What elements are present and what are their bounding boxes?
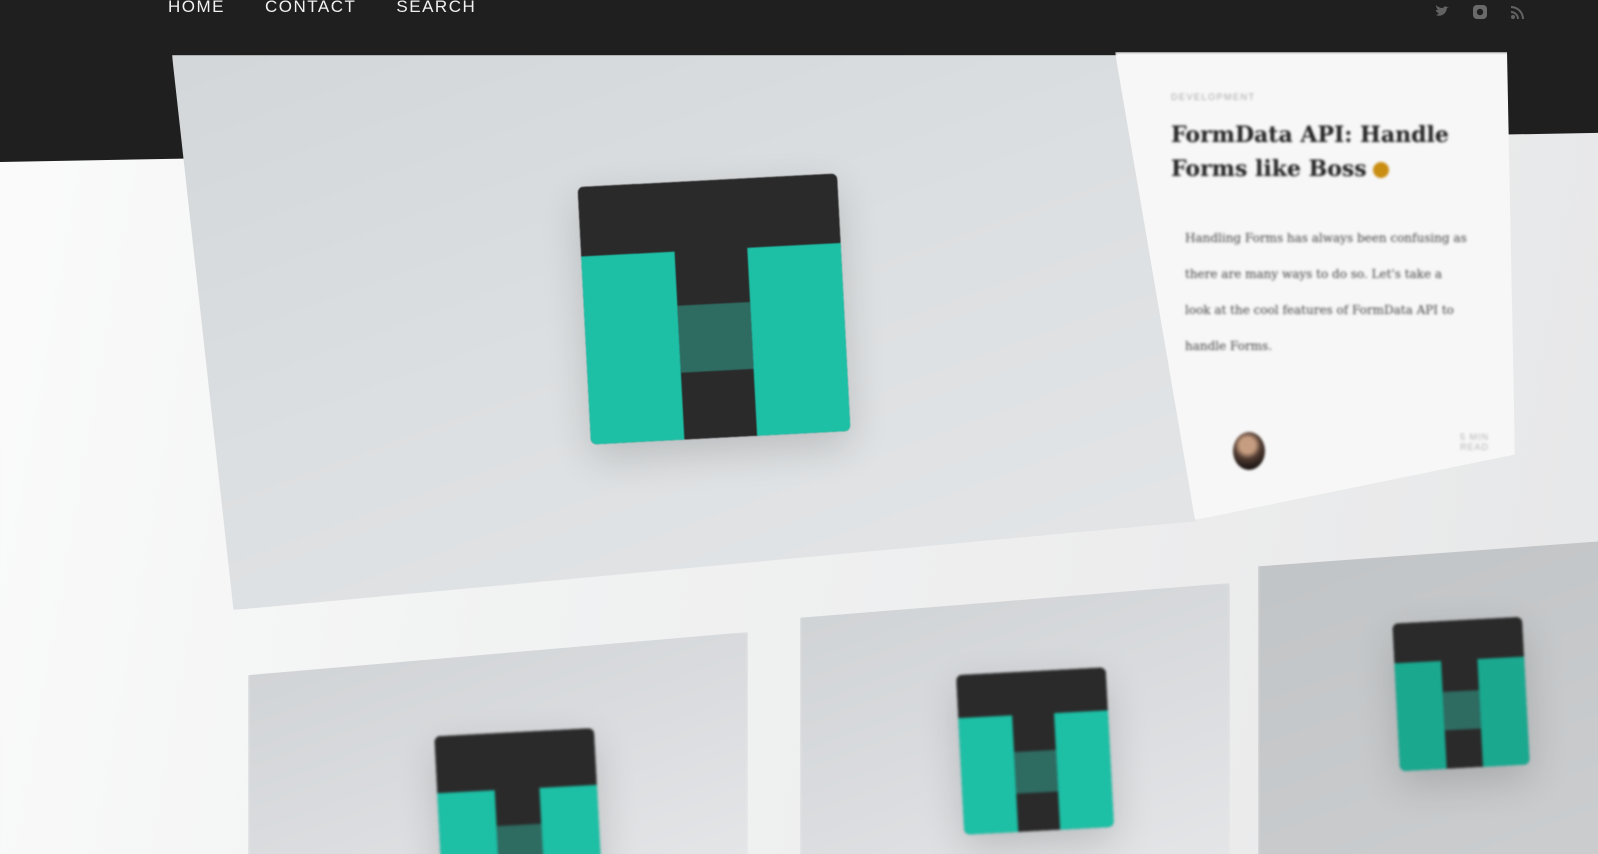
post-card-3[interactable] (1258, 540, 1598, 854)
featured-post-image[interactable] (172, 55, 1197, 610)
post-excerpt: Handling Forms has always been confusing… (1185, 231, 1467, 353)
author-row (1233, 432, 1265, 470)
teal-t-logo-icon (434, 727, 602, 854)
nav-link-home[interactable]: HOME (168, 0, 225, 17)
rss-icon[interactable] (1510, 4, 1526, 20)
teal-t-logo-icon (1392, 616, 1530, 772)
post-card-1[interactable] (248, 632, 748, 854)
instagram-icon[interactable] (1472, 4, 1488, 20)
nav-link-contact[interactable]: CONTACT (265, 0, 356, 17)
nav-link-search[interactable]: SEARCH (396, 0, 476, 17)
social-links (1434, 4, 1526, 20)
author-avatar[interactable] (1233, 432, 1265, 470)
teal-t-logo-icon (577, 173, 851, 445)
post-category[interactable]: DEVELOPMENT (1171, 92, 1485, 102)
twitter-icon[interactable] (1434, 4, 1450, 20)
emoji-icon (1372, 162, 1389, 178)
teal-t-logo-icon (955, 667, 1115, 835)
read-time-link[interactable]: 5 MIN READ (1460, 432, 1515, 452)
post-title-text[interactable]: FormData API: Handle Forms like Boss (1171, 122, 1449, 182)
post-card-2[interactable] (800, 583, 1230, 854)
post-title[interactable]: FormData API: Handle Forms like Boss (1171, 118, 1481, 186)
main-nav: HOME CONTACT SEARCH (168, 0, 476, 17)
